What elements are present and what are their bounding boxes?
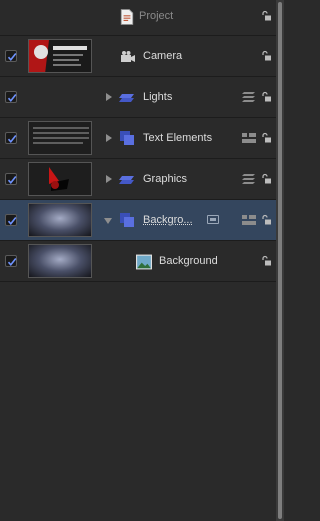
layer-thumbnail [28,121,92,155]
layer-thumbnail [28,39,92,73]
layer-enable-checkbox[interactable] [5,214,17,226]
layer-row-text-elements[interactable]: Text Elements [0,118,276,159]
layer-thumbnail [28,244,92,278]
lock-icon[interactable] [261,214,271,226]
lock-icon[interactable] [261,91,271,103]
mask-badge-icon[interactable] [207,215,219,224]
lock-icon[interactable] [261,173,271,185]
layer-name: Project [139,10,174,22]
layer-enable-checkbox[interactable] [5,91,17,103]
stack-icon[interactable] [242,91,256,103]
lock-icon[interactable] [261,10,271,22]
stack-icon[interactable] [242,173,256,185]
document-icon [120,9,134,25]
layer-group-icon [120,131,134,145]
layer-thumbnail [28,162,92,196]
layer-row-camera[interactable]: Camera [0,36,276,77]
stack-icon[interactable] [242,214,256,226]
layer-group-icon [119,176,134,184]
disclosure-triangle-icon[interactable] [104,92,114,102]
layer-group-icon [119,94,134,102]
layer-name[interactable]: Graphics [143,173,187,185]
layers-panel: Project Camera Lights Text Elements Grap… [0,0,276,521]
layer-thumbnail [28,203,92,237]
layer-row-project[interactable]: Project [0,0,276,36]
lock-icon[interactable] [261,255,271,267]
layer-enable-checkbox[interactable] [5,50,17,62]
layer-row-background[interactable]: Background [0,241,276,282]
layer-name[interactable]: Background [159,255,218,267]
layer-name[interactable]: Lights [143,91,172,103]
layer-row-background-group[interactable]: Backgro... [0,200,276,241]
disclosure-triangle-icon[interactable] [104,174,114,184]
lock-icon[interactable] [261,50,271,62]
camera-icon [121,51,135,62]
layer-name[interactable]: Backgro... [143,214,193,226]
layer-name[interactable]: Camera [143,50,182,62]
image-icon [136,254,152,270]
disclosure-triangle-icon[interactable] [104,133,114,143]
disclosure-triangle-icon[interactable] [103,216,113,226]
layer-group-icon [120,213,134,227]
layer-enable-checkbox[interactable] [5,255,17,267]
stack-icon[interactable] [242,132,256,144]
layer-enable-checkbox[interactable] [5,132,17,144]
scrollbar-thumb[interactable] [278,2,282,519]
layer-row-lights[interactable]: Lights [0,77,276,118]
lock-icon[interactable] [261,132,271,144]
layer-enable-checkbox[interactable] [5,173,17,185]
layer-row-graphics[interactable]: Graphics [0,159,276,200]
layer-name[interactable]: Text Elements [143,132,212,144]
